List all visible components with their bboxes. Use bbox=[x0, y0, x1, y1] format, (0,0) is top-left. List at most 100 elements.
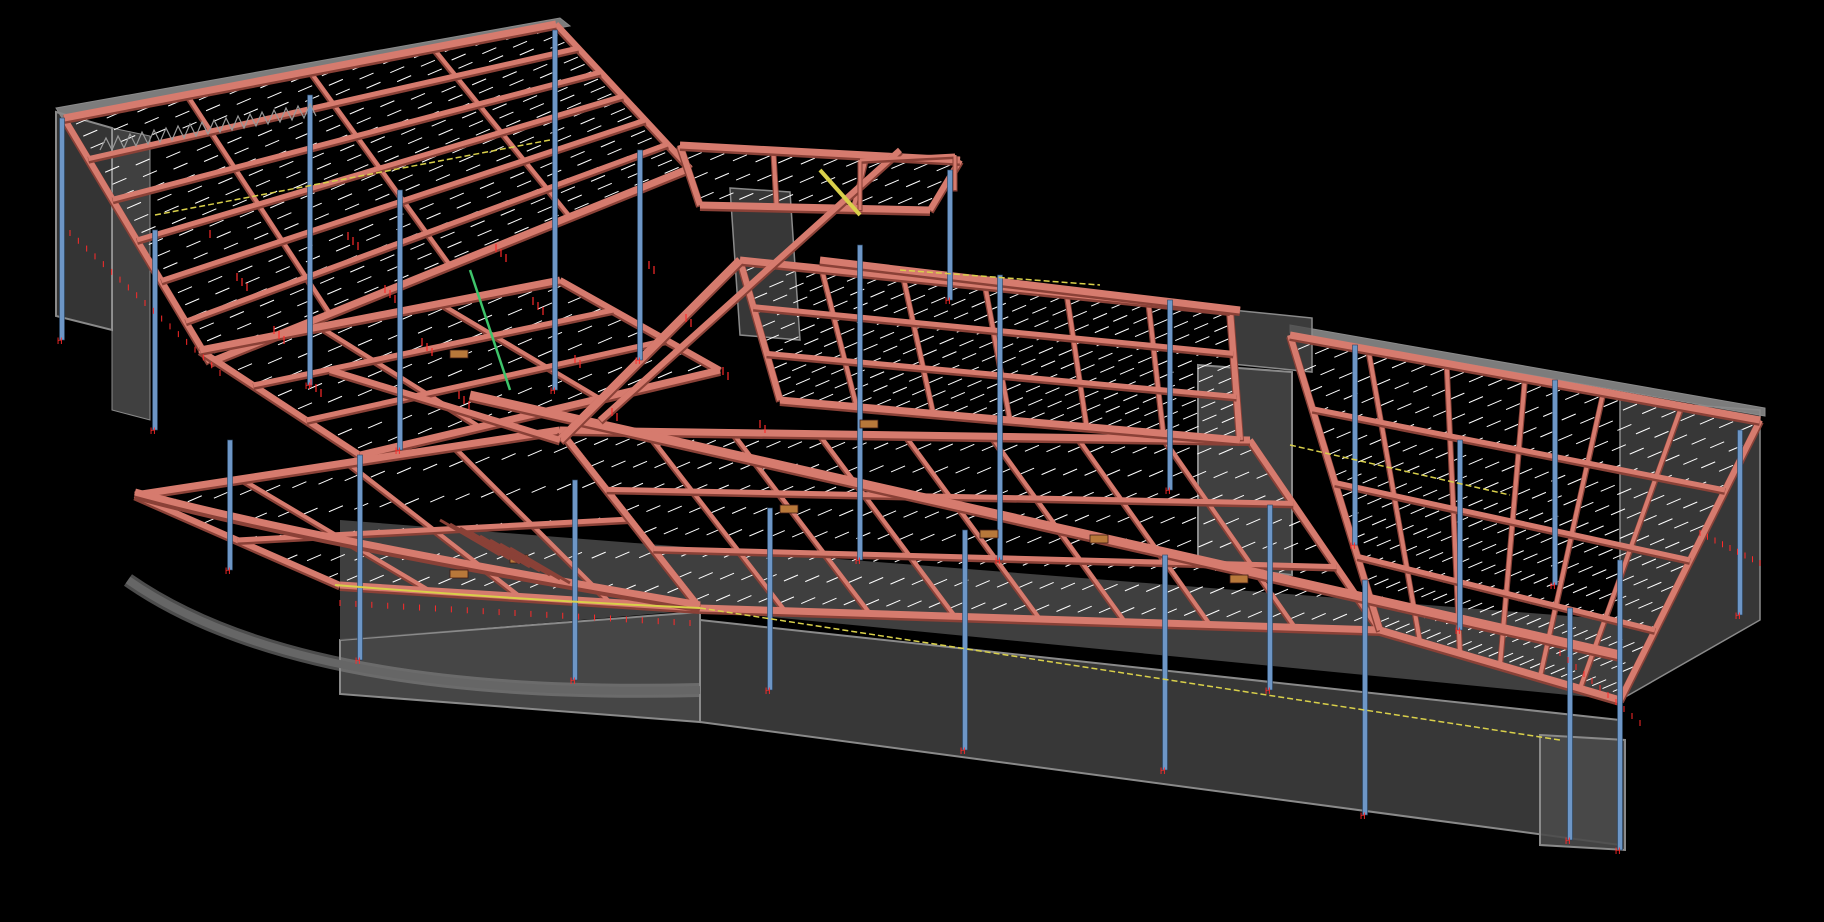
upper-central-bay-slab-line bbox=[1134, 330, 1150, 338]
mid-left-bay-slab-line bbox=[327, 344, 343, 352]
column-14 bbox=[997, 274, 1003, 561]
upper-roof-bay-slab-line bbox=[500, 208, 515, 216]
central-floor-bay-slab-line bbox=[642, 526, 657, 534]
upper-central-bay-slab-line bbox=[961, 353, 977, 360]
front-curve-bay-slab-line bbox=[582, 481, 597, 489]
upper-central-bay-slab-line bbox=[1028, 398, 1043, 406]
right-floor-bay-slab-line bbox=[1367, 497, 1382, 505]
upper-central-bay-slab-line bbox=[890, 292, 905, 300]
upper-roof-bay-slab-line bbox=[512, 40, 528, 48]
right-floor-bay-slab-line bbox=[1567, 478, 1582, 486]
stair-landing-bay-slab-line bbox=[884, 179, 900, 187]
upper-central-bay-slab-line bbox=[1040, 360, 1056, 368]
central-floor-bay-slab-line bbox=[611, 460, 626, 468]
right-floor-bay-slab-line bbox=[1487, 399, 1502, 407]
central-floor-bay-slab-line bbox=[675, 461, 691, 469]
column-22-marker: H bbox=[945, 297, 950, 307]
central-floor-bay-slab-line bbox=[632, 460, 648, 468]
upper-roof-bay-slab-line bbox=[519, 48, 534, 56]
central-floor-bay-slab-line bbox=[1155, 539, 1170, 547]
column-3-marker: H bbox=[355, 657, 360, 667]
right-floor-bay-slab-line bbox=[1467, 602, 1483, 610]
upper-roof-bay-slab-line bbox=[507, 217, 522, 225]
column-21 bbox=[1737, 429, 1743, 616]
upper-central-bay-slab-line bbox=[1008, 397, 1024, 405]
central-floor-bay-slab-line bbox=[917, 443, 932, 451]
mid-left-bay-slab-line bbox=[357, 338, 373, 346]
right-floor-bay-slab-line bbox=[1589, 525, 1604, 533]
upper-roof-bay-slab-line bbox=[456, 201, 471, 209]
upper-central-bay-slab-line bbox=[1123, 394, 1138, 402]
column-5 bbox=[767, 507, 773, 691]
upper-roof-bay-slab-line bbox=[187, 185, 203, 193]
mid-left-bay-slab-line bbox=[517, 338, 533, 346]
upper-roof-bay-slab-line bbox=[590, 86, 605, 93]
upper-central-bay-slab-line bbox=[1086, 404, 1101, 411]
right-floor-bay-slab-line bbox=[1485, 461, 1500, 469]
diagonal-girder bbox=[557, 257, 743, 443]
column-20-marker: H bbox=[1615, 847, 1620, 857]
central-floor-bay-slab-line bbox=[869, 465, 884, 473]
upper-central-bay-slab-line bbox=[1195, 336, 1210, 343]
upper-roof-bay-slab-line bbox=[254, 232, 269, 240]
right-floor-bay-slab-line bbox=[1426, 531, 1442, 539]
front-curve-bay-slab-line bbox=[531, 485, 546, 493]
right-floor-bay-slab-line bbox=[1450, 413, 1466, 421]
right-floor-bay-slab-line bbox=[1422, 489, 1438, 497]
model-viewport[interactable]: H H H H H H H H H H H H H H H H H H H H H H H H bbox=[0, 0, 1824, 922]
upper-roof-bay-slab-line bbox=[526, 144, 541, 152]
upper-central-bay-slab-line bbox=[895, 400, 911, 408]
upper-roof-bay-slab-line bbox=[396, 75, 412, 83]
mid-left-bay-slab-line bbox=[367, 370, 383, 378]
upper-roof-bay-slab-line bbox=[580, 117, 595, 125]
stair-landing-bay-slab-line bbox=[800, 157, 816, 165]
central-floor-bay-slab-line bbox=[1181, 517, 1197, 524]
upper-central-bay-slab-line bbox=[930, 296, 946, 304]
mid-left-bay-slab-line bbox=[237, 363, 253, 371]
upper-central-bay-slab-line bbox=[829, 286, 845, 294]
column-6 bbox=[962, 529, 968, 751]
column-0-marker: H bbox=[57, 337, 62, 347]
central-floor-bay-slab-line bbox=[1027, 536, 1042, 544]
upper-roof-bay-slab-line bbox=[482, 47, 497, 55]
upper-central-bay-slab-line bbox=[1066, 402, 1082, 410]
upper-central-bay-slab-line bbox=[1049, 414, 1065, 421]
upper-central-bay-slab-line bbox=[1018, 345, 1034, 353]
central-floor-bay-slab-line bbox=[1176, 540, 1192, 547]
mid-left-bay-slab-line bbox=[517, 387, 533, 395]
mid-left-bay-slab-line bbox=[447, 420, 463, 428]
upper-central-bay-slab-line bbox=[967, 380, 982, 388]
upper-roof-bay-slab-line bbox=[264, 139, 280, 147]
upper-central-bay-slab-line bbox=[959, 339, 974, 347]
upper-roof-bay-slab-line bbox=[335, 88, 351, 96]
upper-central-bay-slab-line bbox=[1173, 320, 1189, 328]
connection-plate-5 bbox=[979, 529, 999, 539]
right-floor-bay-slab-line bbox=[1394, 382, 1409, 390]
upper-central-bay-slab-line bbox=[876, 398, 891, 406]
mid-left-bay-slab-line bbox=[597, 336, 613, 344]
upper-roof-bay-slab-line bbox=[144, 116, 159, 124]
upper-roof-bay-slab-line bbox=[617, 115, 632, 123]
upper-roof-bay-slab-line bbox=[177, 286, 193, 294]
upper-central-bay-slab-line bbox=[933, 310, 949, 318]
upper-central-bay-slab-line bbox=[1025, 385, 1041, 393]
upper-central-bay-slab-line bbox=[1074, 324, 1089, 332]
right-floor-bay-slab-line bbox=[1486, 420, 1501, 428]
upper-roof-bay-slab-line bbox=[417, 252, 432, 260]
upper-central-bay-slab-line bbox=[833, 300, 848, 308]
upper-central-bay-slab-line bbox=[919, 335, 934, 343]
structural-model-view[interactable]: H H H H H H H H H H H H H H H H H H H H H H H H bbox=[0, 0, 1824, 922]
upper-central-bay-slab-line bbox=[1214, 325, 1229, 332]
front-curve-bay-slab-line bbox=[187, 495, 202, 503]
right-floor-bay-slab-line bbox=[1580, 417, 1595, 424]
upper-central-bay-slab-line bbox=[1182, 412, 1198, 420]
upper-roof-bay-slab-line bbox=[468, 120, 484, 128]
upper-roof-bay-slab-line bbox=[359, 72, 374, 80]
right-floor-bay-slab-line bbox=[1468, 416, 1484, 424]
front-curve-bay-slab-line bbox=[422, 463, 438, 471]
right-floor-bay-slab-line bbox=[1432, 593, 1448, 601]
central-floor-bay-slab-line bbox=[1096, 515, 1111, 523]
upper-central-bay-slab-line bbox=[1154, 332, 1170, 340]
right-floor-bay-slab-line bbox=[1533, 576, 1548, 584]
right-floor-bay-slab-line bbox=[1362, 476, 1377, 484]
